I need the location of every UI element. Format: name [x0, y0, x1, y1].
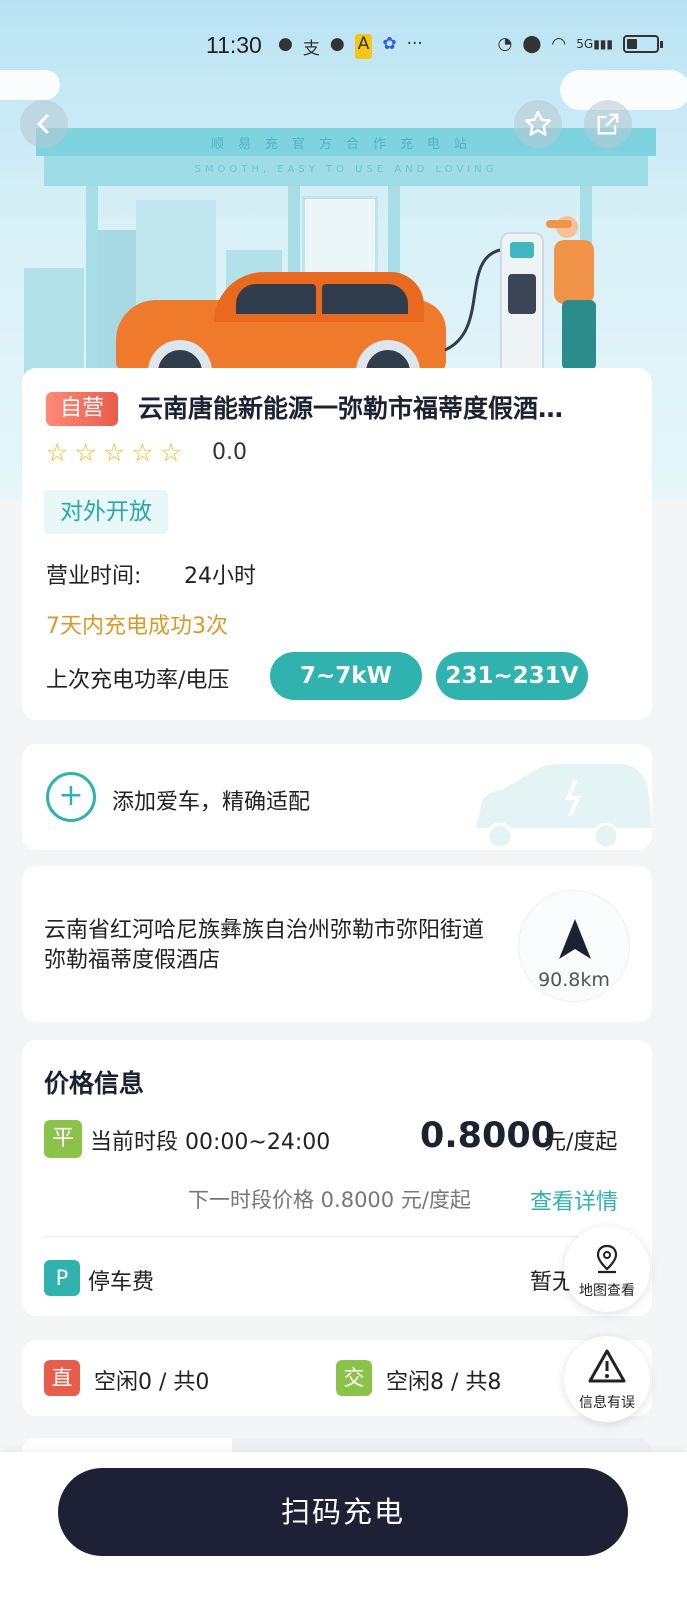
- banner-title: 顺易充官方合作充电站: [210, 137, 481, 152]
- flat-period-badge: 平: [44, 1120, 82, 1158]
- add-icon: +: [46, 772, 96, 822]
- wechat-icon: ●: [278, 34, 293, 54]
- parking-fee-label: 停车费: [88, 1270, 155, 1295]
- message-icon: ●: [329, 34, 345, 54]
- price-unit: 元/度起: [544, 1130, 618, 1155]
- back-button[interactable]: [20, 100, 68, 148]
- app-icon: A: [354, 34, 373, 59]
- warning-icon: [588, 1349, 626, 1383]
- map-view-label: 地图查看: [579, 1283, 635, 1299]
- baidu-icon: ✿: [382, 34, 397, 54]
- star-icon: ☆: [46, 438, 69, 467]
- add-car-text: 添加爱车，精确适配: [112, 790, 311, 815]
- distance-text: 90.8km: [538, 969, 610, 991]
- station-address: 云南省红河哈尼族彝族自治州弥勒市弥阳街道弥勒福蒂度假酒店: [44, 918, 485, 973]
- map-pin-icon: [596, 1244, 618, 1274]
- station-canopy: 顺易充官方合作充电站: [36, 128, 656, 156]
- hours-label: 营业时间:: [46, 564, 142, 589]
- divider: [44, 1236, 632, 1237]
- open-status-tag: 对外开放: [44, 490, 168, 534]
- status-bar: 11:30 ● 支 ● A ✿ ··· ◔ ⬤ ◠ 5G▮▮▮: [0, 0, 687, 92]
- rating-value: 0.0: [212, 440, 247, 465]
- building: [24, 268, 84, 378]
- map-view-button[interactable]: 地图查看: [564, 1226, 650, 1312]
- add-car-card[interactable]: + 添加爱车，精确适配: [22, 744, 652, 850]
- pillar: [86, 186, 98, 376]
- next-period-price: 下一时段价格 0.8000 元/度起: [188, 1188, 471, 1212]
- alipay-icon: 支: [302, 39, 320, 59]
- back-icon: [36, 114, 49, 134]
- signal-icon: 5G▮▮▮: [576, 37, 613, 51]
- rating-stars: ☆ ☆ ☆ ☆ ☆: [46, 438, 182, 467]
- dc-availability: 空闲0 / 共0: [94, 1370, 210, 1395]
- navigation-arrow-icon: [559, 919, 591, 959]
- station-sign: [302, 196, 378, 276]
- star-outline-icon: [524, 110, 552, 136]
- status-time: 11:30: [206, 32, 262, 58]
- share-icon: [597, 113, 619, 135]
- price-card: 价格信息 平 当前时段 00:00~24:00 0.8000 元/度起 下一时段…: [22, 1040, 652, 1316]
- report-error-button[interactable]: 信息有误: [564, 1336, 650, 1422]
- navigate-button[interactable]: 90.8km: [518, 890, 630, 1002]
- wifi-icon: ◠: [551, 34, 567, 54]
- address-card: 云南省红河哈尼族彝族自治州弥勒市弥阳街道弥勒福蒂度假酒店 90.8km: [22, 866, 652, 1022]
- more-icon: ···: [406, 34, 423, 54]
- star-icon: ☆: [159, 438, 183, 467]
- share-button[interactable]: [584, 100, 632, 148]
- station-canopy-sub: SMOOTH, EASY TO USE AND LOVING: [44, 156, 648, 186]
- favorite-button[interactable]: [514, 100, 562, 148]
- ac-badge: 交: [336, 1360, 372, 1396]
- speed-icon: ◔: [497, 34, 513, 54]
- hours-value: 24小时: [184, 564, 256, 589]
- price-section-title: 价格信息: [44, 1069, 145, 1098]
- current-period-text: 当前时段 00:00~24:00: [90, 1130, 331, 1155]
- star-icon: ☆: [74, 438, 97, 467]
- charge-success-text: 7天内充电成功3次: [46, 614, 228, 639]
- voltage-pill: 231~231V: [436, 652, 588, 700]
- scan-charge-button[interactable]: 扫码充电: [58, 1468, 628, 1556]
- car-silhouette-icon: [476, 764, 652, 848]
- power-pill: 7~7kW: [270, 652, 422, 700]
- system-icons: ◔ ⬤ ◠ 5G▮▮▮: [497, 34, 663, 54]
- star-icon: ☆: [131, 438, 154, 467]
- battery-icon: [623, 35, 663, 53]
- parking-badge: P: [44, 1260, 80, 1296]
- dc-badge: 直: [44, 1360, 80, 1396]
- notification-icons: ● 支 ● A ✿ ···: [278, 34, 423, 59]
- charging-cable: [444, 248, 501, 352]
- star-icon: ☆: [102, 438, 126, 467]
- view-details-link[interactable]: 查看详情: [530, 1184, 618, 1216]
- self-operated-tag: 自营: [46, 392, 119, 426]
- banner-subtitle: SMOOTH, EASY TO USE AND LOVING: [194, 164, 498, 175]
- charger-availability-card: 直 空闲0 / 共0 交 空闲8 / 共8: [22, 1340, 652, 1416]
- report-error-label: 信息有误: [579, 1395, 635, 1411]
- station-info-card: 自营 云南唐能新能源一弥勒市福蒂度假酒… ☆ ☆ ☆ ☆ ☆ 0.0 对外开放 …: [22, 368, 652, 720]
- power-label: 上次充电功率/电压: [46, 668, 230, 693]
- current-price: 0.8000: [420, 1116, 556, 1156]
- ac-availability: 空闲8 / 共8: [386, 1370, 502, 1395]
- location-icon: ⬤: [522, 34, 542, 54]
- bottom-action-bar: 扫码充电: [0, 1452, 687, 1600]
- station-title: 云南唐能新能源一弥勒市福蒂度假酒…: [138, 394, 564, 423]
